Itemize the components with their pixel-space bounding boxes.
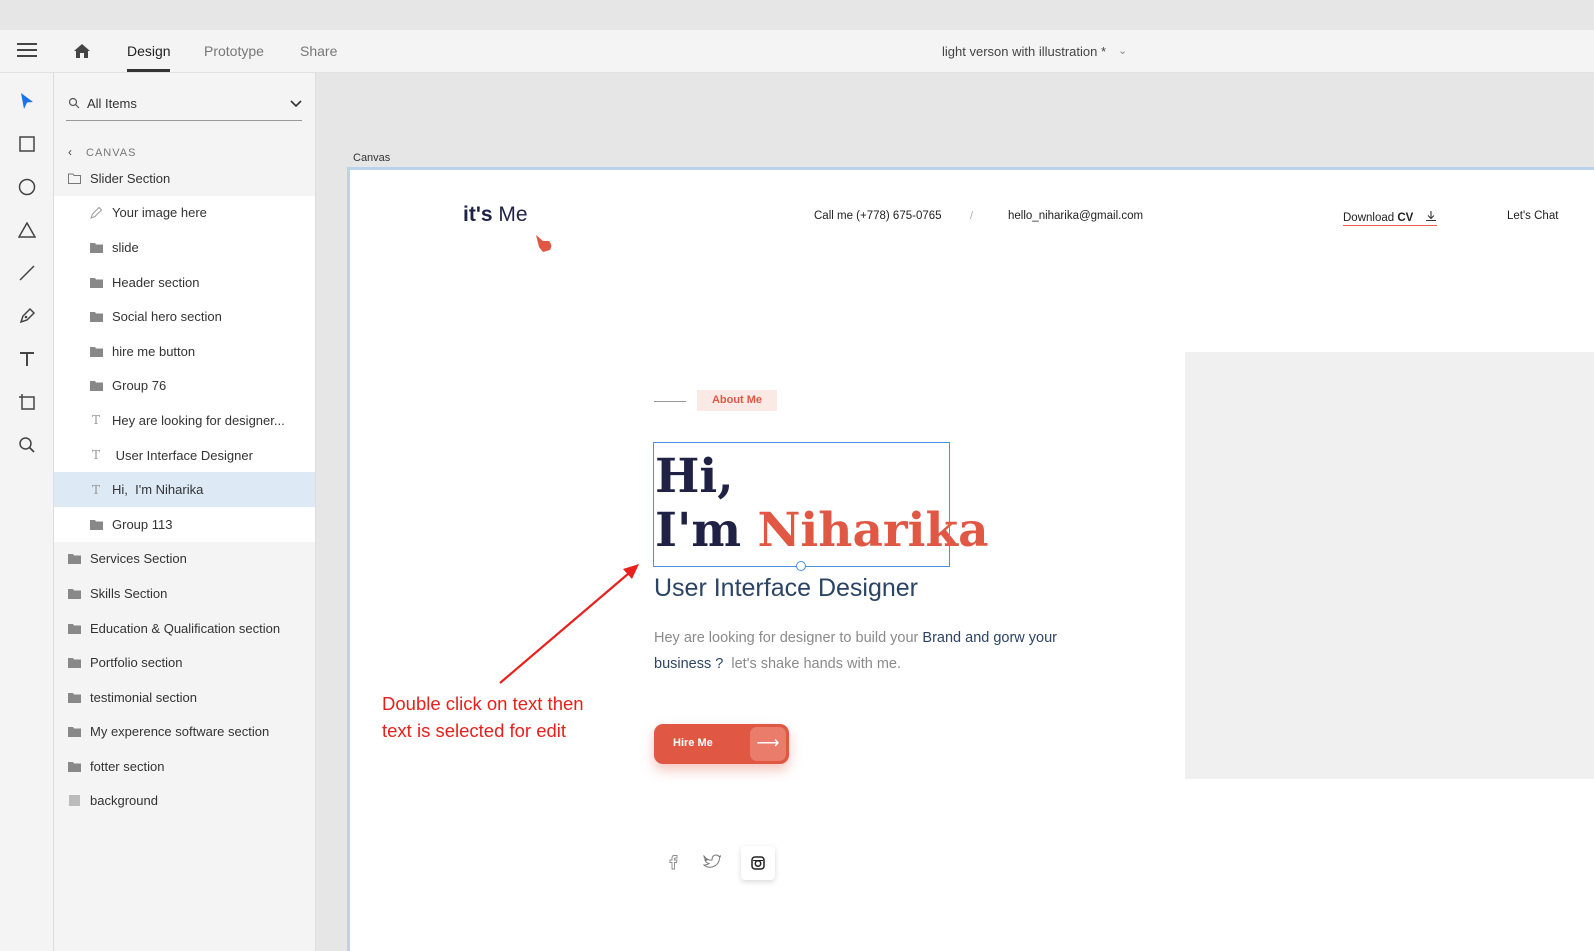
layer-item[interactable]: testimonial section: [54, 680, 315, 715]
hero-role[interactable]: User Interface Designer: [654, 574, 918, 603]
instagram-button[interactable]: [741, 846, 775, 880]
layer-item[interactable]: Services Section: [54, 542, 315, 577]
folder-icon: [66, 690, 82, 704]
header-phone[interactable]: Call me (+778) 675-0765: [814, 210, 942, 222]
text-icon: T: [91, 448, 100, 463]
header-email[interactable]: hello_niharika@gmail.com: [1008, 210, 1143, 222]
hand-pointer-icon: [536, 235, 552, 252]
hire-me-button[interactable]: Hire Me ⟶: [654, 724, 789, 764]
chevron-left-icon[interactable]: ‹: [68, 145, 86, 159]
tab-share[interactable]: Share: [300, 43, 337, 59]
artboard-label[interactable]: Canvas: [353, 152, 390, 164]
layer-item[interactable]: Group 113: [54, 506, 315, 542]
layer-item[interactable]: Education & Qualification section: [54, 611, 315, 646]
tools-toolbar: [0, 73, 54, 951]
text-icon: T: [91, 413, 100, 428]
layer-item[interactable]: My experence software section: [54, 715, 315, 750]
text-icon: T: [91, 482, 100, 497]
about-me-badge[interactable]: About Me: [697, 390, 777, 411]
line-tool-icon[interactable]: [15, 261, 39, 285]
folder-icon: [88, 344, 104, 358]
layer-list: Slider Section Your image here slide Hea…: [54, 161, 315, 818]
layer-item[interactable]: T Hey are looking for designer...: [54, 403, 315, 438]
home-icon[interactable]: [72, 41, 92, 61]
text-tool-icon[interactable]: [15, 347, 39, 371]
layer-item[interactable]: fotter section: [54, 749, 315, 784]
rectangle-tool-icon[interactable]: [15, 132, 39, 156]
layer-filter-dropdown[interactable]: All Items: [66, 93, 302, 121]
layers-breadcrumb[interactable]: ‹ CANVAS: [68, 145, 136, 159]
square-icon: [66, 794, 82, 808]
zoom-tool-icon[interactable]: [15, 433, 39, 457]
folder-icon: [88, 379, 104, 393]
arrow-right-icon: ⟶: [750, 727, 786, 761]
folder-icon: [66, 725, 82, 739]
folder-icon: [88, 275, 104, 289]
site-logo[interactable]: it's Me: [463, 203, 528, 227]
tab-design[interactable]: Design: [127, 43, 171, 59]
document-title[interactable]: light verson with illustration *: [942, 44, 1106, 59]
ellipse-tool-icon[interactable]: [15, 175, 39, 199]
search-icon: [68, 97, 80, 109]
artboard-tool-icon[interactable]: [15, 390, 39, 414]
layers-panel: All Items ‹ CANVAS Slider Section Your im…: [54, 73, 316, 951]
instagram-icon: [751, 856, 765, 870]
divider-line: [654, 401, 686, 402]
layer-item[interactable]: Header section: [54, 264, 315, 300]
layer-item[interactable]: T User Interface Designer: [54, 437, 315, 473]
layer-item[interactable]: Social hero section: [54, 299, 315, 334]
header-separator: /: [970, 210, 974, 222]
tab-prototype[interactable]: Prototype: [204, 43, 264, 59]
folder-icon: [88, 240, 104, 254]
download-cv-link[interactable]: Download CV: [1343, 210, 1437, 226]
text-selection-box[interactable]: [653, 442, 950, 567]
annotation-arrow: [499, 564, 639, 684]
layer-item[interactable]: Your image here: [54, 195, 315, 231]
twitter-icon[interactable]: [703, 853, 721, 869]
annotation-note: Double click on text then text is select…: [382, 693, 584, 741]
pen-icon: [88, 206, 104, 220]
selection-resize-handle[interactable]: [796, 561, 806, 571]
hero-intro-text[interactable]: Hey are looking for designer to build yo…: [654, 625, 1074, 677]
layer-item[interactable]: slide: [54, 230, 315, 265]
folder-icon: [88, 310, 104, 324]
download-icon: [1425, 211, 1436, 222]
folder-icon: [66, 586, 82, 600]
polygon-tool-icon[interactable]: [15, 218, 39, 242]
layer-filter-label: All Items: [87, 96, 137, 111]
folder-icon: [66, 759, 82, 773]
layer-item[interactable]: Group 76: [54, 368, 315, 404]
layer-item[interactable]: hire me button: [54, 333, 315, 369]
folder-icon: [66, 621, 82, 635]
layer-item[interactable]: Portfolio section: [54, 645, 315, 680]
folder-icon: [66, 656, 82, 670]
chevron-down-icon: [290, 100, 302, 108]
active-tab-indicator: [127, 69, 170, 72]
folder-icon: [88, 517, 104, 531]
hamburger-menu-icon[interactable]: [17, 43, 37, 59]
chevron-down-icon[interactable]: ⌄: [1118, 44, 1127, 57]
window-titlebar: [0, 0, 1594, 30]
layer-item[interactable]: Slider Section: [54, 161, 315, 196]
pen-tool-icon[interactable]: [15, 304, 39, 328]
app-topbar: Design Prototype Share light verson with…: [0, 30, 1594, 73]
folder-open-icon: [66, 171, 82, 185]
layer-item[interactable]: Skills Section: [54, 576, 315, 611]
facebook-icon[interactable]: [666, 854, 680, 870]
lets-chat-link[interactable]: Let's Chat: [1507, 210, 1558, 222]
select-tool-icon[interactable]: [15, 89, 39, 113]
layer-item-selected[interactable]: T Hi, I'm Niharika: [54, 472, 315, 507]
hero-image-placeholder[interactable]: [1185, 352, 1594, 779]
artboard[interactable]: it's Me Call me (+778) 675-0765 / hello_…: [347, 167, 1594, 951]
layer-item[interactable]: background: [54, 784, 315, 819]
folder-icon: [66, 552, 82, 566]
